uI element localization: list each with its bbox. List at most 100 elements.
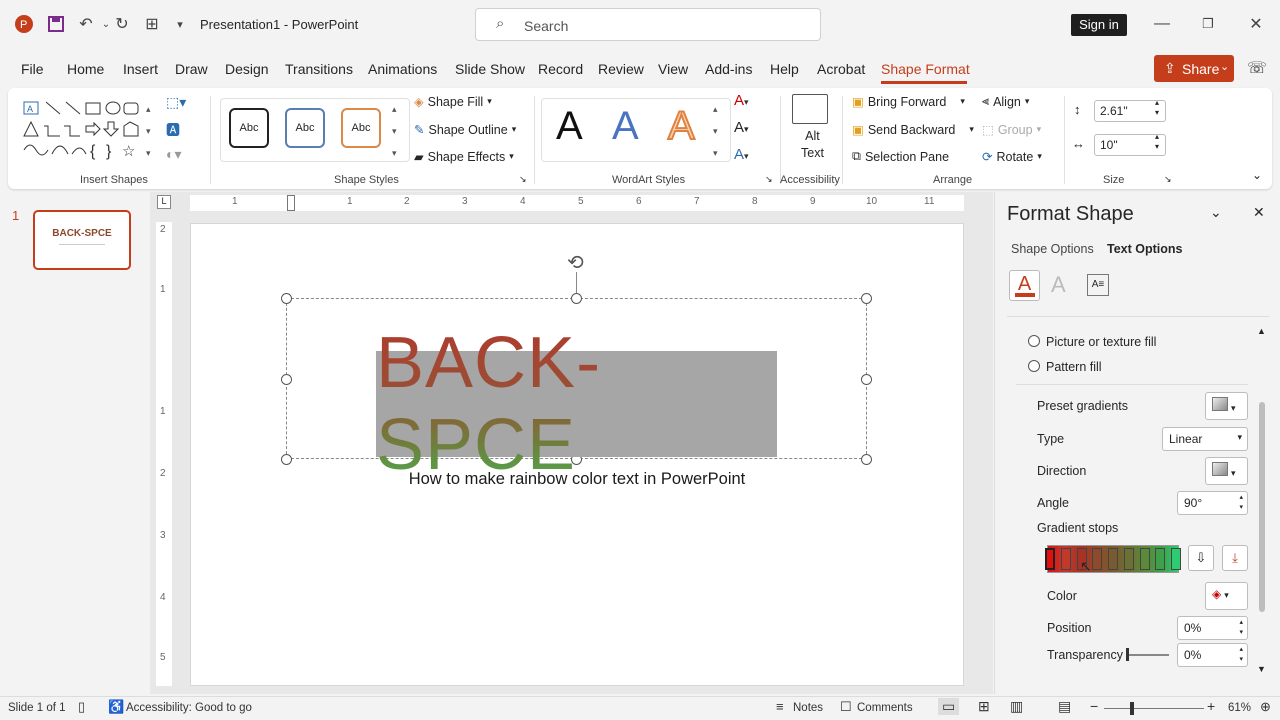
type-dropdown[interactable]: Linear ▾	[1162, 427, 1248, 451]
pane-scroll-up-icon[interactable]: ▲	[1257, 326, 1266, 336]
angle-field[interactable]: 90° ▴ ▾	[1177, 491, 1248, 515]
shape-effects-button[interactable]: ▰ Shape Effects ▾	[414, 149, 514, 165]
send-backward-button[interactable]: ▣ Send Backward ▾	[852, 122, 974, 138]
gradient-stop-marker[interactable]	[1060, 548, 1071, 570]
share-button[interactable]: ⇪ Share ⌄	[1154, 55, 1234, 82]
wordart-style-orange[interactable]: A	[667, 103, 696, 149]
transparency-slider[interactable]	[1127, 654, 1169, 656]
spelling-icon[interactable]: ▯	[78, 699, 85, 715]
align-button[interactable]: ⫷ Align ▾	[982, 94, 1029, 109]
tab-add-ins[interactable]: Add-ins	[705, 61, 752, 77]
comments-icon[interactable]: ☏	[1247, 58, 1267, 78]
pattern-fill-radio[interactable]	[1028, 360, 1040, 372]
textbox-pane-icon[interactable]: A≡	[1087, 274, 1109, 296]
text-fill-icon[interactable]: A▾	[734, 92, 749, 109]
wordart-scroll[interactable]: ▴ ▾ ▾	[713, 98, 718, 164]
shapes-gallery-scroll[interactable]: ▴ ▾ ▾	[146, 98, 151, 164]
gradient-stop-marker[interactable]	[1045, 548, 1055, 570]
zoom-slider[interactable]	[1104, 708, 1204, 709]
accessibility-status[interactable]: Accessibility: Good to go	[126, 702, 252, 714]
shapes-gallery[interactable]: A { } ☆	[22, 98, 142, 162]
text-fill-outline-icon[interactable]: A	[1009, 270, 1040, 301]
text-effects-icon[interactable]: A▾	[734, 146, 749, 163]
tab-file[interactable]: File	[21, 61, 44, 77]
tab-slide-show[interactable]: Slide Show	[455, 61, 525, 77]
accessibility-icon[interactable]: ♿	[108, 699, 124, 715]
pane-close-icon[interactable]: ✕	[1253, 204, 1265, 221]
slide-sorter-icon[interactable]: ⊞	[978, 698, 990, 715]
gradient-stop-marker[interactable]	[1171, 548, 1181, 570]
slide-thumbnail[interactable]: BACK-SPCE	[33, 210, 131, 270]
comments-button[interactable]: Comments	[857, 702, 913, 714]
close-icon[interactable]: ✕	[1244, 12, 1268, 36]
indent-marker[interactable]	[287, 195, 295, 211]
tab-draw[interactable]: Draw	[175, 61, 208, 77]
transparency-slider-thumb[interactable]	[1126, 648, 1129, 661]
text-outline-icon[interactable]: A▾	[734, 119, 749, 136]
transparency-field[interactable]: 0% ▴ ▾	[1177, 643, 1248, 667]
group-button[interactable]: ⬚ Group ▾	[982, 122, 1041, 138]
tab-review[interactable]: Review	[598, 61, 644, 77]
preset-gradients-dropdown[interactable]: ▾	[1205, 392, 1248, 420]
comments-status-icon[interactable]: ☐	[840, 699, 852, 715]
zoom-in-icon[interactable]: +	[1207, 698, 1215, 714]
tab-transitions[interactable]: Transitions	[285, 61, 353, 77]
resize-handle-w[interactable]	[281, 374, 292, 385]
save-icon[interactable]	[44, 12, 68, 36]
draw-text-box-icon[interactable]: 🅰	[166, 120, 180, 140]
shape-outline-button[interactable]: ✎ Shape Outline ▾	[414, 122, 516, 138]
minimize-icon[interactable]: —	[1150, 12, 1174, 36]
shape-styles-launcher-icon[interactable]: ↘	[519, 174, 527, 185]
color-picker-button[interactable]: ◈ ▾	[1205, 582, 1248, 610]
gradient-stop-marker[interactable]	[1108, 548, 1118, 570]
tab-home[interactable]: Home	[67, 61, 104, 77]
present-icon[interactable]: ⊞	[140, 12, 164, 36]
sign-in-button[interactable]: Sign in	[1071, 14, 1127, 36]
resize-handle-se[interactable]	[861, 454, 872, 465]
gradient-stop-marker[interactable]	[1092, 548, 1103, 570]
customize-toolbar-icon[interactable]: ▾	[168, 12, 192, 36]
merge-shapes-icon[interactable]: ◐▾	[166, 146, 181, 163]
pane-scrollbar[interactable]	[1259, 402, 1265, 612]
tab-insert[interactable]: Insert	[123, 61, 158, 77]
tab-record[interactable]: Record	[538, 61, 583, 77]
bring-forward-button[interactable]: ▣ Bring Forward ▾	[852, 94, 965, 110]
text-effects-pane-icon[interactable]: A	[1051, 272, 1066, 298]
tab-text-options[interactable]: Text Options	[1107, 242, 1182, 256]
edit-shape-icon[interactable]: ⬚▾	[166, 94, 186, 111]
resize-handle-ne[interactable]	[861, 293, 872, 304]
tab-selector-icon[interactable]: L	[157, 195, 171, 209]
tab-shape-options[interactable]: Shape Options	[1011, 242, 1094, 256]
tab-design[interactable]: Design	[225, 61, 269, 77]
notes-icon[interactable]: ≡	[776, 699, 784, 714]
selection-pane-button[interactable]: ⧉ Selection Pane	[852, 149, 949, 164]
wordart-launcher-icon[interactable]: ↘	[765, 174, 773, 185]
resize-handle-e[interactable]	[861, 374, 872, 385]
shape-fill-button[interactable]: ◈ Shape Fill ▾	[414, 94, 492, 110]
shape-styles-scroll[interactable]: ▴ ▾ ▾	[392, 98, 397, 164]
tab-view[interactable]: View	[658, 61, 688, 77]
rotate-button[interactable]: ⟳ Rotate ▾	[982, 149, 1042, 165]
wordart-style-blue[interactable]: A	[612, 104, 639, 149]
slide-caption[interactable]: How to make rainbow color text in PowerP…	[190, 470, 964, 489]
collapse-ribbon-icon[interactable]: ⌄	[1252, 168, 1262, 182]
redo-icon[interactable]: ↻	[110, 12, 134, 36]
zoom-out-icon[interactable]: −	[1090, 698, 1098, 714]
normal-view-icon[interactable]: ▭	[938, 698, 960, 715]
pane-scroll-down-icon[interactable]: ▼	[1257, 664, 1266, 674]
tab-acrobat[interactable]: Acrobat	[817, 61, 865, 77]
shape-style-orange[interactable]: Abc	[341, 108, 381, 148]
height-spinner[interactable]: ▴ ▾	[1155, 98, 1159, 118]
fit-to-window-icon[interactable]: ⊕	[1260, 699, 1271, 715]
share-dropdown-icon[interactable]: ⌄	[1220, 60, 1229, 73]
resize-handle-nw[interactable]	[281, 293, 292, 304]
shape-style-blue[interactable]: Abc	[285, 108, 325, 148]
tab-help[interactable]: Help	[770, 61, 799, 77]
alt-text-button[interactable]: Alt Text	[801, 128, 824, 162]
gradient-stop-marker[interactable]	[1123, 548, 1134, 570]
notes-button[interactable]: Notes	[793, 702, 823, 714]
remove-gradient-stop-icon[interactable]: ⤓	[1222, 545, 1248, 571]
size-launcher-icon[interactable]: ↘	[1164, 174, 1172, 185]
shape-style-dark[interactable]: Abc	[229, 108, 269, 148]
pane-options-chevron-icon[interactable]: ⌄	[1210, 204, 1222, 221]
